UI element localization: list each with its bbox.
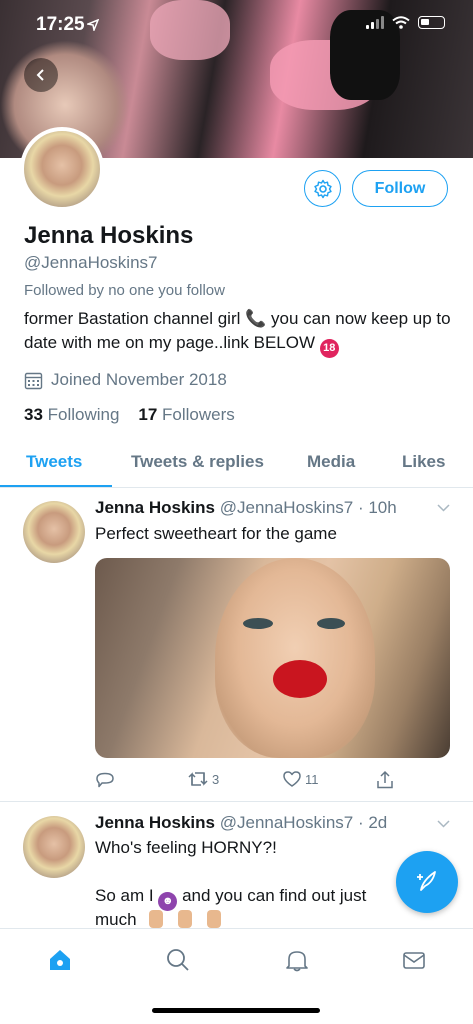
tweet-author-meta: @JennaHoskins7 · 10h [219,498,397,517]
chevron-down-icon[interactable] [437,504,450,512]
tweet-avatar[interactable] [23,501,85,563]
profile-handle: @JennaHoskins7 [24,253,158,272]
back-button[interactable] [24,58,58,92]
tweet-text-line1: Who's feeling HORNY?! [95,838,277,857]
status-icons [366,16,445,29]
tab-media[interactable]: Media [307,452,355,472]
nav-notifications[interactable] [282,945,312,975]
wifi-icon [392,16,410,29]
heart-icon [283,771,301,787]
search-icon [167,949,189,971]
mail-icon [403,952,425,969]
chevron-down-icon[interactable] [437,820,450,828]
gear-icon [313,179,332,198]
share-icon [377,770,393,789]
profile-tabs: Tweets Tweets & replies Media Likes [0,440,473,488]
calendar-icon [24,372,43,389]
follow-counts: 33 Following 17 Followers [24,405,235,425]
profile-settings-button[interactable] [304,170,341,207]
compose-tweet-button[interactable] [396,851,458,913]
followers-link[interactable]: 17 Followers [138,405,234,424]
tweet-header: Jenna Hoskins @JennaHoskins7 · 2d [95,813,387,833]
nav-home[interactable] [45,945,75,975]
tab-likes[interactable]: Likes [402,452,445,472]
share-button[interactable] [375,770,395,790]
home-indicator [152,1008,320,1013]
home-icon [50,950,70,970]
follow-button[interactable]: Follow [352,170,448,207]
tweet-actions: 3 11 [95,770,395,792]
tab-tweets[interactable]: Tweets [26,452,82,472]
nav-messages[interactable] [399,945,429,975]
signal-icon [366,16,384,29]
pointing-down-emoji-icon [178,910,193,928]
eighteen-plus-icon: 18 [319,339,339,358]
reply-icon [96,772,114,788]
profile-avatar[interactable] [20,127,104,211]
profile-bio: former Bastation channel girl 📞 you can … [24,307,454,358]
status-bar: 17:25 [0,0,473,50]
tweet-header: Jenna Hoskins @JennaHoskins7 · 10h [95,498,397,518]
retweet-count: 3 [212,771,220,787]
like-count: 11 [305,771,319,787]
tweet-image[interactable] [95,558,450,758]
pointing-down-emoji-icon [206,910,221,928]
tweet-text: Perfect sweetheart for the game [95,524,337,543]
like-button[interactable]: 11 [282,770,319,788]
joined-text: Joined November 2018 [51,370,227,389]
tab-tweets-replies[interactable]: Tweets & replies [131,452,264,472]
tweet-author-name: Jenna Hoskins [95,813,215,832]
location-icon [87,19,99,31]
tweet-text-line3: much [95,908,415,928]
bio-text: former Bastation channel girl 📞 you can … [24,309,451,352]
active-tab-indicator [0,485,112,487]
back-arrow-icon [36,69,44,81]
tweet-author-name: Jenna Hoskins [95,498,215,517]
joined-date: Joined November 2018 [24,370,227,390]
nav-search[interactable] [163,945,193,975]
reply-button[interactable] [95,770,115,790]
retweet-button[interactable]: 3 [187,770,219,788]
battery-icon [418,16,445,29]
tweet-avatar[interactable] [23,816,85,878]
compose-tweet-icon [417,871,436,891]
profile-name: Jenna Hoskins [24,222,194,249]
pointing-down-emoji-icon [149,910,164,928]
tweet-author-meta: @JennaHoskins7 · 2d [219,813,388,832]
retweet-icon [188,772,208,786]
bell-icon [286,951,308,972]
followed-by-text: Followed by no one you follow [24,282,225,299]
following-link[interactable]: 33 Following [24,405,119,424]
tweet-text-line2: So am I ☻ and you can find out just [95,884,405,911]
status-time: 17:25 [36,14,85,35]
